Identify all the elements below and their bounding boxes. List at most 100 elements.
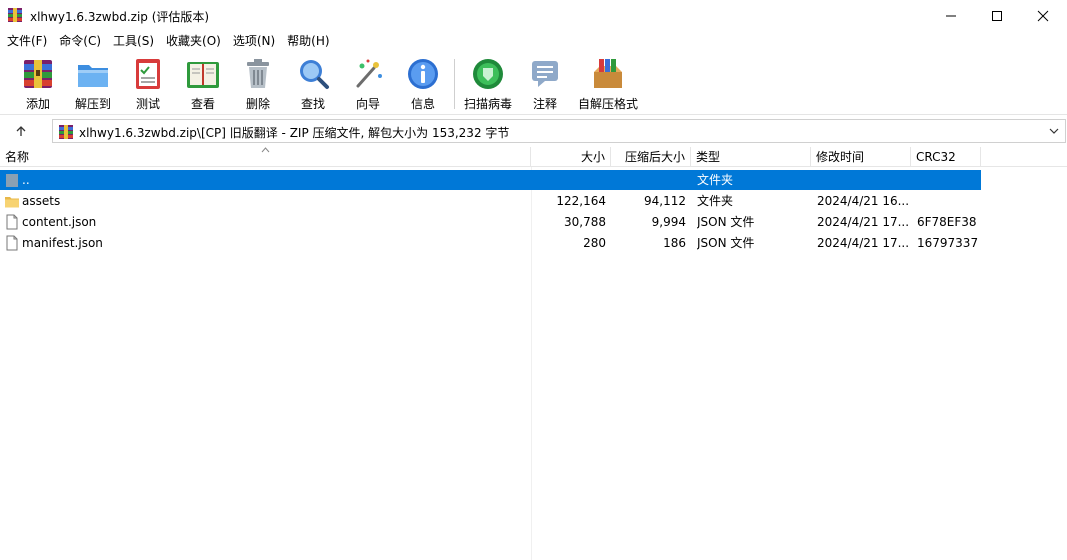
wizard-button[interactable]: 向导 (340, 55, 396, 113)
maximize-icon (992, 10, 1002, 21)
column-name-label: 名称 (5, 150, 30, 164)
row-packed: 9,994 (651, 215, 686, 229)
row-name: .. (22, 173, 30, 187)
arrow-up-icon (16, 126, 26, 136)
column-modified[interactable]: 修改时间 (811, 147, 911, 167)
chevron-down-icon[interactable] (1047, 124, 1061, 138)
info-label: 信息 (410, 97, 435, 111)
menu-bar: 文件(F) 命令(C) 工具(S) 收藏夹(O) 选项(N) 帮助(H) (0, 31, 1067, 51)
row-name: assets (22, 194, 61, 208)
up-folder-button[interactable] (12, 122, 30, 140)
row-packed: 186 (663, 236, 686, 250)
row-modified: 2024/4/21 17... (817, 236, 909, 250)
add-button[interactable]: 添加 (10, 55, 66, 113)
row-size: 30,788 (564, 215, 606, 229)
delete-label: 删除 (245, 97, 270, 111)
archive-icon (59, 125, 73, 139)
add-label: 添加 (25, 97, 50, 111)
menu-favorites[interactable]: 收藏夹(O) (160, 31, 227, 51)
menu-options[interactable]: 选项(N) (227, 31, 281, 51)
sort-ascending-icon (261, 147, 270, 153)
row-crc: 16797337 (917, 236, 979, 250)
row-modified (817, 170, 909, 190)
menu-file[interactable]: 文件(F) (1, 31, 53, 51)
menu-commands[interactable]: 命令(C) (53, 31, 107, 51)
virus-scan-label: 扫描病毒 (463, 97, 512, 111)
row-modified: 2024/4/21 17... (817, 215, 909, 229)
view-book-icon (184, 55, 222, 93)
delete-button[interactable]: 删除 (230, 55, 286, 113)
extract-folder-icon (74, 55, 112, 93)
info-button[interactable]: 信息 (395, 55, 451, 113)
virus-scan-button[interactable]: 扫描病毒 (460, 55, 516, 113)
address-path: xlhwy1.6.3zwbd.zip\[CP] 旧版翻译 - ZIP 压缩文件,… (79, 126, 510, 140)
file-icon (6, 235, 18, 251)
test-button[interactable]: 测试 (120, 55, 176, 113)
virus-scan-icon (469, 55, 507, 93)
column-size[interactable]: 大小 (531, 147, 611, 167)
column-type-label: 类型 (696, 150, 721, 164)
close-button[interactable] (1020, 0, 1066, 31)
close-icon (1037, 10, 1049, 21)
column-crc32-label: CRC32 (916, 150, 956, 164)
table-row[interactable]: .. 文件夹 (0, 170, 981, 190)
comment-button[interactable]: 注释 (517, 55, 573, 113)
toolbar-separator (454, 59, 455, 109)
find-button[interactable]: 查找 (285, 55, 341, 113)
row-type: 文件夹 (697, 173, 734, 187)
view-button[interactable]: 查看 (175, 55, 231, 113)
column-crc32[interactable]: CRC32 (911, 147, 981, 167)
address-bar: xlhwy1.6.3zwbd.zip\[CP] 旧版翻译 - ZIP 压缩文件,… (0, 117, 1067, 145)
table-row[interactable]: content.json 30,788 9,994 JSON 文件 2024/4… (0, 212, 981, 232)
info-icon (404, 55, 442, 93)
add-archive-icon (19, 55, 57, 93)
maximize-button[interactable] (974, 0, 1020, 31)
test-label: 测试 (135, 97, 160, 111)
menu-help[interactable]: 帮助(H) (281, 31, 335, 51)
menu-tools[interactable]: 工具(S) (107, 31, 160, 51)
sfx-button[interactable]: 自解压格式 (578, 55, 639, 113)
sfx-box-icon (589, 55, 627, 93)
view-label: 查看 (190, 97, 215, 111)
row-type: JSON 文件 (697, 236, 755, 250)
extract-to-label: 解压到 (74, 97, 111, 111)
row-name: manifest.json (22, 236, 103, 250)
column-packed-label: 压缩后大小 (624, 150, 685, 164)
extract-to-button[interactable]: 解压到 (65, 55, 121, 113)
trash-icon (239, 55, 277, 93)
comment-label: 注释 (532, 97, 557, 111)
address-field[interactable]: xlhwy1.6.3zwbd.zip\[CP] 旧版翻译 - ZIP 压缩文件,… (52, 119, 1066, 143)
minimize-button[interactable] (928, 0, 974, 31)
title-bar: xlhwy1.6.3zwbd.zip (评估版本) (0, 0, 1067, 31)
find-label: 查找 (300, 97, 325, 111)
row-packed: 94,112 (644, 194, 686, 208)
row-size (531, 170, 606, 190)
table-row[interactable]: manifest.json 280 186 JSON 文件 2024/4/21 … (0, 233, 981, 253)
row-crc: 6F78EF38 (917, 215, 977, 229)
row-size: 122,164 (556, 194, 606, 208)
toolbar: 添加 解压到 测试 查看 删除 查找 向导 信息 扫描病毒 注释 自解压格式 (0, 51, 1067, 115)
column-size-label: 大小 (580, 150, 605, 164)
wizard-wand-icon (349, 55, 387, 93)
table-row[interactable]: assets 122,164 94,112 文件夹 2024/4/21 16..… (0, 191, 981, 211)
comment-icon (526, 55, 564, 93)
test-checklist-icon (129, 55, 167, 93)
window-title: xlhwy1.6.3zwbd.zip (评估版本) (30, 10, 210, 24)
sfx-label: 自解压格式 (578, 97, 639, 111)
column-type[interactable]: 类型 (691, 147, 811, 167)
file-icon (6, 214, 18, 230)
minimize-icon (946, 15, 956, 16)
folder-icon (5, 197, 19, 208)
winrar-app-icon (8, 8, 22, 22)
row-packed (611, 170, 686, 190)
wizard-label: 向导 (355, 97, 380, 111)
row-type: JSON 文件 (697, 215, 755, 229)
row-modified: 2024/4/21 16... (817, 194, 909, 208)
column-packed[interactable]: 压缩后大小 (611, 147, 691, 167)
row-name: content.json (22, 215, 97, 229)
row-size: 280 (583, 236, 606, 250)
parent-folder-icon (6, 174, 18, 187)
column-modified-label: 修改时间 (816, 150, 865, 164)
row-type: 文件夹 (697, 194, 734, 208)
magnifier-icon (294, 55, 332, 93)
